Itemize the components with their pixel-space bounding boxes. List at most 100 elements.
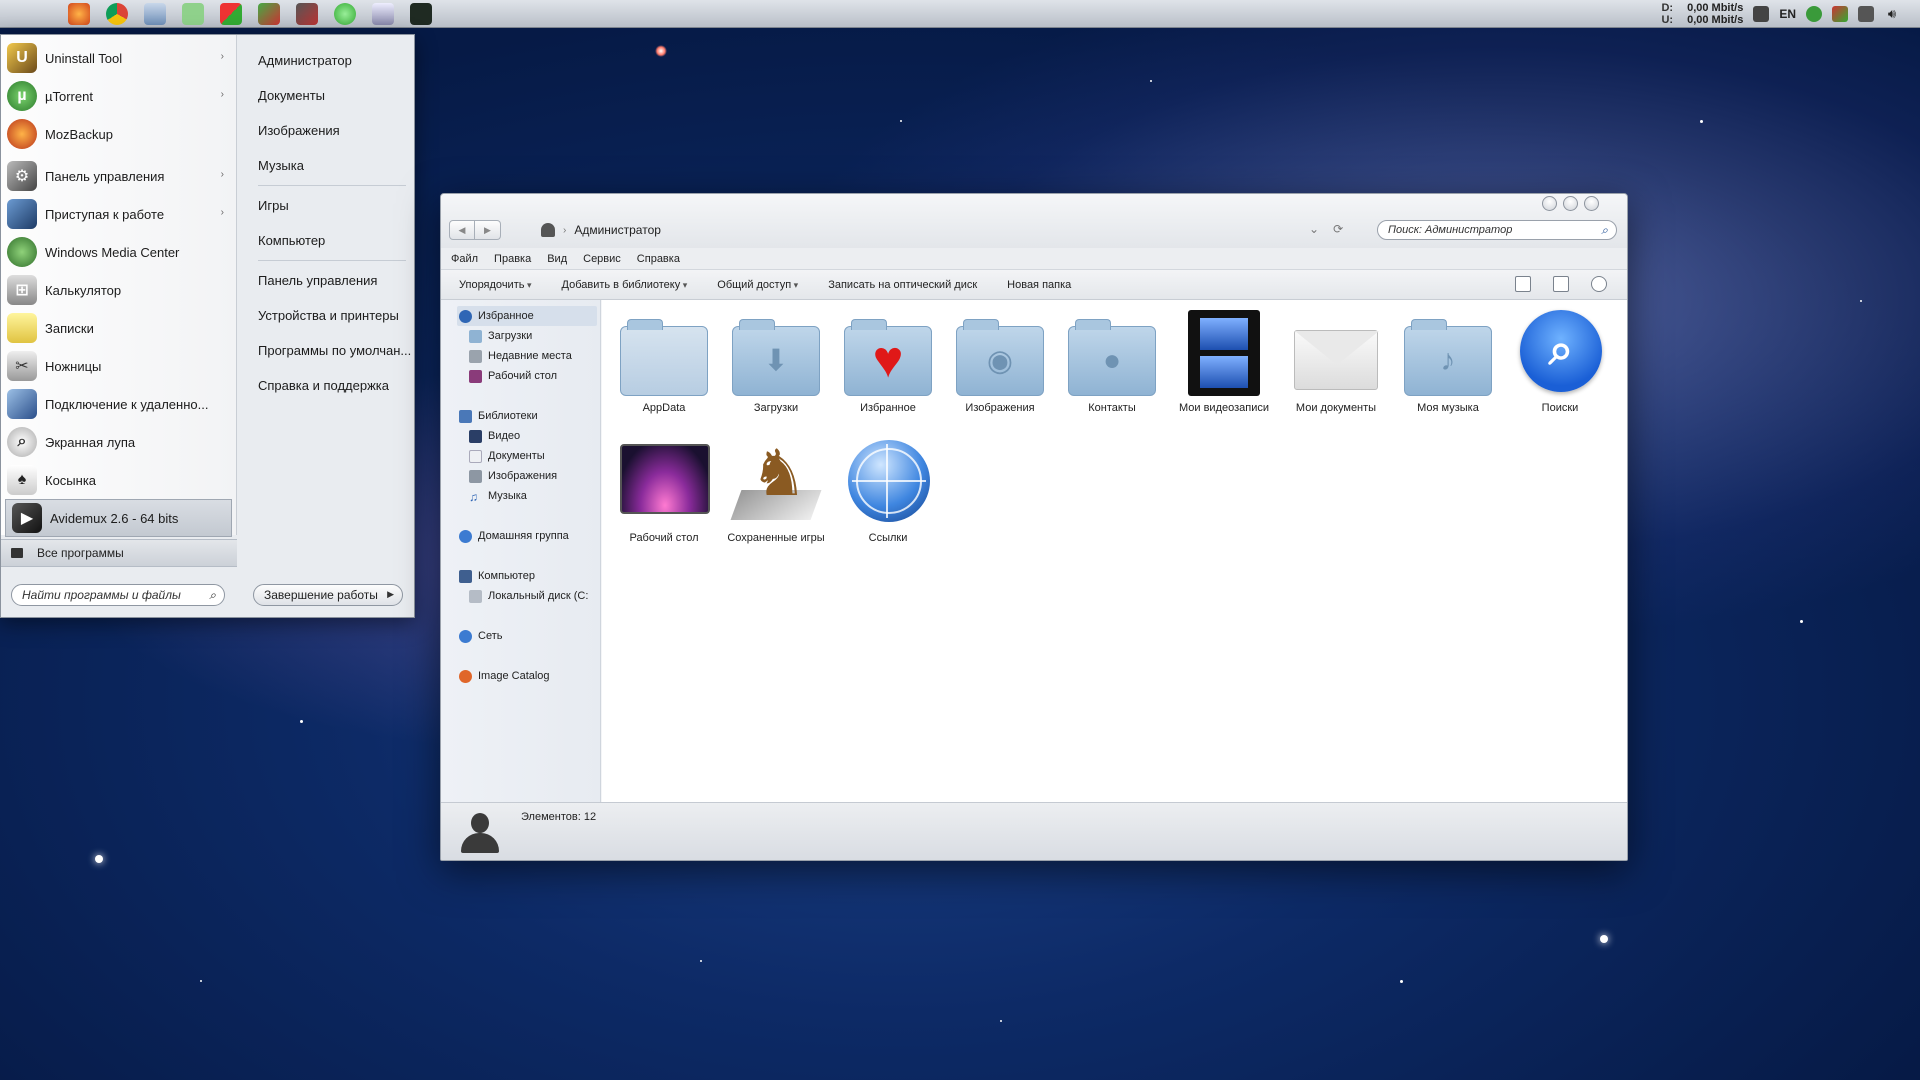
menu-tools[interactable]: Сервис <box>583 253 621 265</box>
file-item[interactable]: Рабочий стол <box>610 440 718 545</box>
program-item[interactable]: MozBackup <box>1 115 236 153</box>
nav-recent[interactable]: Недавние места <box>469 346 572 366</box>
search-input[interactable]: Поиск: Администратор ⌕ <box>1377 220 1617 240</box>
program-item[interactable]: Приступая к работе › <box>1 195 236 233</box>
nav-computer[interactable]: Компьютер <box>459 566 535 586</box>
utorrent-tray-icon[interactable] <box>1806 6 1822 22</box>
program-item[interactable]: Записки <box>1 309 236 347</box>
nav-images[interactable]: Изображения <box>469 466 557 486</box>
window-taskbar-icon[interactable] <box>372 2 394 25</box>
file-item[interactable]: Мои документы <box>1282 310 1390 415</box>
file-item[interactable]: AppData <box>610 310 718 415</box>
forward-button[interactable]: ▶ <box>475 220 501 240</box>
organize-button[interactable]: Упорядочить <box>459 279 532 291</box>
apple-icon[interactable] <box>22 2 46 26</box>
minimize-button[interactable] <box>1542 196 1557 211</box>
program-item[interactable]: ▶ Avidemux 2.6 - 64 bits <box>5 499 232 537</box>
green-app-taskbar-icon[interactable] <box>334 2 356 25</box>
explorer-taskbar-icon[interactable] <box>144 2 166 25</box>
shutdown-button[interactable]: Завершение работы ▶ <box>253 584 403 606</box>
nav-local-disk[interactable]: Локальный диск (C: <box>469 586 588 606</box>
start-menu: U Uninstall Tool › µ µTorrent › MozBacku… <box>0 34 415 618</box>
program-item[interactable]: Windows Media Center <box>1 233 236 271</box>
nav-network[interactable]: Сеть <box>459 626 502 646</box>
menu-view[interactable]: Вид <box>547 253 567 265</box>
place-item[interactable]: Компьютер <box>248 223 414 258</box>
firefox-icon[interactable] <box>68 2 90 25</box>
program-item[interactable]: µ µTorrent › <box>1 77 236 115</box>
disk-icon <box>469 589 482 603</box>
remote-desktop-icon <box>7 389 37 419</box>
program-item[interactable]: Подключение к удаленно... <box>1 385 236 423</box>
program-item[interactable]: ✂ Ножницы <box>1 347 236 385</box>
menu-help[interactable]: Справка <box>637 253 680 265</box>
close-button[interactable] <box>1584 196 1599 211</box>
burn-button[interactable]: Записать на оптический диск <box>828 279 977 291</box>
breadcrumb[interactable]: › Администратор <box>541 220 661 240</box>
chevron-right-icon[interactable]: ▶ <box>387 589 394 600</box>
file-item[interactable]: ● Контакты <box>1058 310 1166 415</box>
hardware-tray-icon[interactable] <box>1858 6 1874 22</box>
place-item[interactable]: Справка и поддержка <box>248 368 414 403</box>
program-item[interactable]: ⚙ Панель управления › <box>1 157 236 195</box>
file-item[interactable]: ♪ Моя музыка <box>1394 310 1502 415</box>
nav-favorites[interactable]: Избранное <box>457 306 597 326</box>
place-item[interactable]: Игры <box>248 188 414 223</box>
maximize-button[interactable] <box>1563 196 1578 211</box>
nav-homegroup[interactable]: Домашняя группа <box>459 526 569 546</box>
file-item[interactable]: ♞ Сохраненные игры <box>722 437 830 545</box>
place-item[interactable]: Программы по умолчан... <box>248 333 414 368</box>
help-icon[interactable] <box>1591 276 1607 292</box>
place-item[interactable]: Музыка <box>248 148 414 183</box>
nav-image-catalog[interactable]: Image Catalog <box>459 666 550 686</box>
nav-documents[interactable]: Документы <box>469 446 545 466</box>
program-item[interactable]: ⌕ Экранная лупа <box>1 423 236 461</box>
nav-video[interactable]: Видео <box>469 426 520 446</box>
terminal-taskbar-icon[interactable] <box>410 2 432 25</box>
place-item[interactable]: Администратор <box>248 43 414 78</box>
file-item[interactable]: ⌕ Поиски <box>1506 310 1614 415</box>
breadcrumb-item[interactable]: Администратор <box>574 223 661 237</box>
volume-icon[interactable]: 🔊︎ <box>1884 6 1900 22</box>
nav-music[interactable]: ♫ Музыка <box>469 486 527 506</box>
paint-taskbar-icon[interactable] <box>220 2 242 25</box>
file-item[interactable]: ⬇ Загрузки <box>722 310 830 415</box>
links-globe-icon <box>840 440 936 526</box>
file-item[interactable]: ♥ Избранное <box>834 310 942 415</box>
nav-desktop[interactable]: Рабочий стол <box>469 366 557 386</box>
program-item[interactable]: ♠ Косынка <box>1 461 236 499</box>
place-item[interactable]: Изображения <box>248 113 414 148</box>
mozbackup-icon <box>7 119 37 149</box>
all-programs-button[interactable]: Все программы <box>1 539 237 567</box>
place-item[interactable]: Устройства и принтеры <box>248 298 414 333</box>
graph-taskbar-icon[interactable] <box>258 2 280 25</box>
place-item[interactable]: Панель управления <box>248 263 414 298</box>
new-folder-button[interactable]: Новая папка <box>1007 279 1071 291</box>
notes-taskbar-icon[interactable] <box>182 2 204 25</box>
monitor-tray-icon[interactable] <box>1753 6 1770 22</box>
language-indicator[interactable]: EN <box>1779 7 1796 21</box>
nav-libraries[interactable]: Библиотеки <box>459 406 538 426</box>
menu-file[interactable]: Файл <box>451 253 478 265</box>
preview-pane-icon[interactable] <box>1553 276 1569 292</box>
program-item[interactable]: ⊞ Калькулятор <box>1 271 236 309</box>
start-search-input[interactable]: Найти программы и файлы ⌕ <box>11 584 225 606</box>
shutdown-label: Завершение работы <box>264 588 378 602</box>
place-item[interactable]: Документы <box>248 78 414 113</box>
add-to-library-button[interactable]: Добавить в библиотеку <box>562 279 688 291</box>
back-button[interactable]: ◀ <box>449 220 475 240</box>
program-item[interactable]: U Uninstall Tool › <box>1 39 236 77</box>
menu-bar: D: U: 0,00 Mbit/s 0,00 Mbit/s EN 🔊︎ <box>0 0 1920 28</box>
menu-edit[interactable]: Правка <box>494 253 531 265</box>
activity-tray-icon[interactable] <box>1832 6 1848 22</box>
share-button[interactable]: Общий доступ <box>717 279 798 291</box>
view-options-icon[interactable] <box>1515 276 1531 292</box>
chevron-down-icon[interactable]: ⌄ <box>1309 222 1319 236</box>
file-item[interactable]: Ссылки <box>834 440 942 545</box>
feather-taskbar-icon[interactable] <box>296 2 318 25</box>
file-item[interactable]: Мои видеозаписи <box>1170 310 1278 415</box>
file-item[interactable]: ◉ Изображения <box>946 310 1054 415</box>
refresh-icon[interactable]: ⟳ <box>1333 222 1343 236</box>
nav-downloads[interactable]: Загрузки <box>469 326 532 346</box>
chrome-icon[interactable] <box>106 2 128 25</box>
